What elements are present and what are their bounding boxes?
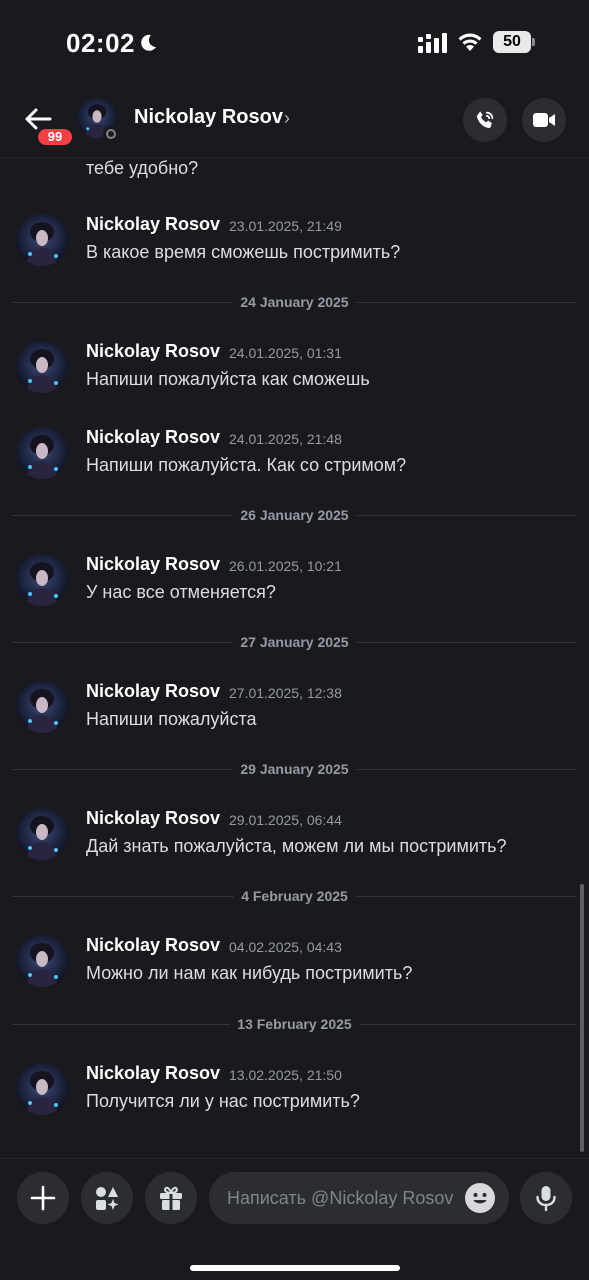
- message-item[interactable]: Nickolay Rosov 24.01.2025, 21:48 Напиши …: [0, 427, 589, 497]
- emoji-button[interactable]: [465, 1183, 495, 1213]
- message-item[interactable]: Nickolay Rosov 26.01.2025, 10:21 У нас в…: [0, 554, 589, 624]
- battery-icon: 50: [493, 31, 535, 53]
- message-timestamp: 23.01.2025, 21:49: [229, 218, 342, 234]
- date-divider-label: 24 January 2025: [232, 294, 357, 310]
- message-text: Напиши пожалуйста. Как со стримом?: [86, 455, 407, 475]
- message-author[interactable]: Nickolay Rosov: [86, 681, 220, 702]
- date-divider: 29 January 2025: [12, 759, 577, 779]
- date-divider-label: 26 January 2025: [232, 507, 357, 523]
- date-divider: 27 January 2025: [12, 632, 577, 652]
- message-item[interactable]: Nickolay Rosov 29.01.2025, 06:44 Дай зна…: [0, 808, 589, 878]
- message-item[interactable]: Nickolay Rosov 13.02.2025, 21:50 Получит…: [0, 1063, 589, 1133]
- chat-header: 99 Nickolay Rosov ›: [0, 88, 589, 158]
- phone-icon: [476, 111, 494, 129]
- message-item[interactable]: Nickolay Rosov 27.01.2025, 12:38 Напиши …: [0, 681, 589, 751]
- message-author[interactable]: Nickolay Rosov: [86, 1063, 220, 1084]
- message-input-container[interactable]: [209, 1172, 509, 1224]
- voice-message-button[interactable]: [520, 1172, 572, 1224]
- message-author[interactable]: Nickolay Rosov: [86, 935, 220, 956]
- moon-icon: [141, 34, 156, 51]
- battery-level: 50: [493, 31, 531, 53]
- scrollbar[interactable]: [580, 884, 584, 1152]
- date-divider: 26 January 2025: [12, 505, 577, 525]
- avatar[interactable]: [16, 1063, 68, 1115]
- avatar[interactable]: [16, 935, 68, 987]
- message-text: У нас все отменяется?: [86, 582, 276, 602]
- plus-icon: [30, 1185, 56, 1211]
- date-divider-label: 13 February 2025: [229, 1016, 360, 1032]
- offline-status-dot: [103, 126, 119, 142]
- message-text: Получится ли у нас постримить?: [86, 1091, 360, 1111]
- date-divider-label: 27 January 2025: [232, 634, 357, 650]
- message-author[interactable]: Nickolay Rosov: [86, 341, 220, 362]
- message-timestamp: 27.01.2025, 12:38: [229, 685, 342, 701]
- message-item[interactable]: Nickolay Rosov 23.01.2025, 21:49 В какое…: [0, 214, 589, 284]
- date-divider: 4 February 2025: [12, 886, 577, 906]
- date-divider-label: 29 January 2025: [232, 761, 357, 777]
- message-item[interactable]: Nickolay Rosov 24.01.2025, 01:31 Напиши …: [0, 341, 589, 411]
- apps-icon: [96, 1187, 119, 1210]
- avatar[interactable]: [16, 808, 68, 860]
- chevron-right-icon[interactable]: ›: [284, 108, 290, 129]
- unread-badge: 99: [36, 127, 74, 147]
- avatar[interactable]: [16, 681, 68, 733]
- date-divider: 24 January 2025: [12, 292, 577, 312]
- message-item[interactable]: Nickolay Rosov 04.02.2025, 04:43 Можно л…: [0, 935, 589, 1005]
- wifi-icon: [458, 33, 482, 51]
- partial-message-text: тебе удобно?: [86, 158, 199, 178]
- message-text: Напиши пожалуйста: [86, 709, 257, 729]
- message-author[interactable]: Nickolay Rosov: [86, 554, 220, 575]
- microphone-icon: [536, 1186, 556, 1212]
- avatar[interactable]: [16, 554, 68, 606]
- message-timestamp: 26.01.2025, 10:21: [229, 558, 342, 574]
- status-time: 02:02: [66, 28, 135, 58]
- emoji-icon: [466, 1184, 494, 1212]
- home-indicator[interactable]: [190, 1265, 400, 1271]
- status-bar: 02:02 50: [0, 0, 589, 88]
- message-author[interactable]: Nickolay Rosov: [86, 808, 220, 829]
- date-divider: 13 February 2025: [12, 1014, 577, 1034]
- voice-call-button[interactable]: [463, 98, 507, 142]
- apps-button[interactable]: [81, 1172, 133, 1224]
- cellular-signal-icon: [418, 33, 447, 53]
- gift-button[interactable]: [145, 1172, 197, 1224]
- avatar[interactable]: [16, 214, 68, 266]
- message-author[interactable]: Nickolay Rosov: [86, 214, 220, 235]
- message-timestamp: 24.01.2025, 21:48: [229, 431, 342, 447]
- video-camera-icon: [533, 113, 555, 127]
- avatar[interactable]: [16, 427, 68, 479]
- gift-icon: [160, 1186, 182, 1210]
- message-text: Дай знать пожалуйста, можем ли мы постри…: [86, 836, 507, 856]
- message-author[interactable]: Nickolay Rosov: [86, 427, 220, 448]
- message-timestamp: 04.02.2025, 04:43: [229, 939, 342, 955]
- message-composer: [0, 1158, 589, 1280]
- message-timestamp: 24.01.2025, 01:31: [229, 345, 342, 361]
- contact-name[interactable]: Nickolay Rosov: [134, 106, 283, 129]
- date-divider-label: 4 February 2025: [233, 888, 356, 904]
- message-timestamp: 13.02.2025, 21:50: [229, 1067, 342, 1083]
- add-attachment-button[interactable]: [17, 1172, 69, 1224]
- message-text: В какое время сможешь постримить?: [86, 242, 401, 262]
- message-text: Напиши пожалуйста как сможешь: [86, 369, 370, 389]
- message-input[interactable]: [227, 1172, 457, 1224]
- message-timestamp: 29.01.2025, 06:44: [229, 812, 342, 828]
- video-call-button[interactable]: [522, 98, 566, 142]
- avatar[interactable]: [16, 341, 68, 393]
- message-text: Можно ли нам как нибудь постримить?: [86, 963, 413, 983]
